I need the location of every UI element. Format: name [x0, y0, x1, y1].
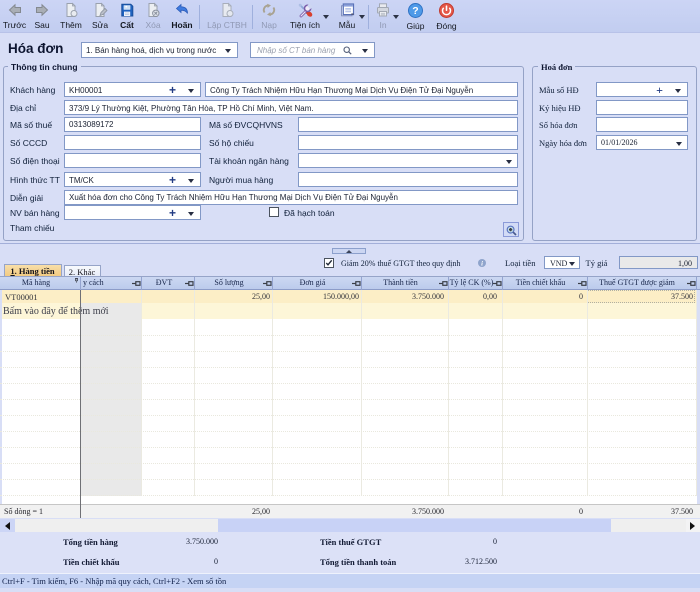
svg-text:i: i — [481, 260, 483, 267]
svg-text:?: ? — [412, 5, 418, 17]
